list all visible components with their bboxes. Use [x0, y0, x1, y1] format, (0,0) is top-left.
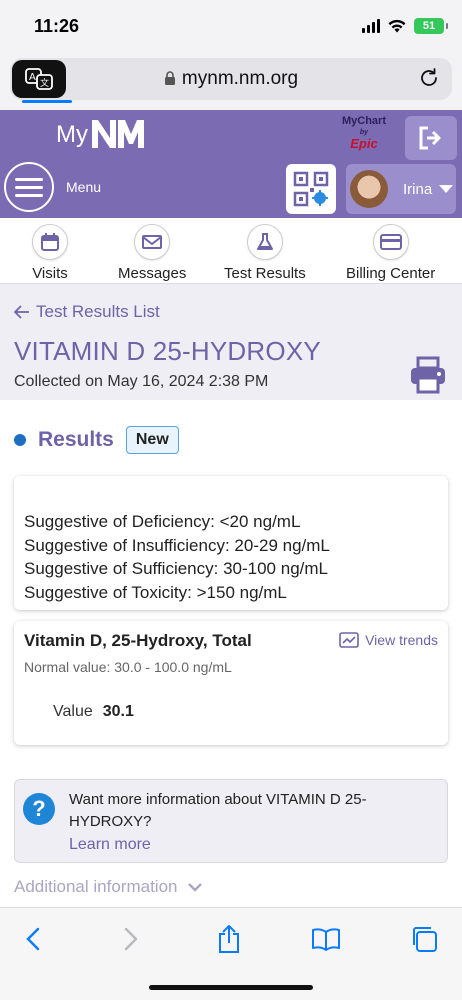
forward-button[interactable]	[114, 924, 148, 954]
address-bar[interactable]: A 文 mynm.nm.org	[10, 58, 452, 103]
mynm-logo[interactable]: My	[56, 116, 148, 150]
status-time: 11:26	[34, 16, 80, 36]
view-trends-label: View trends	[365, 632, 438, 648]
logo-my-text: My	[56, 121, 88, 148]
quick-nav-label: Messages	[118, 265, 187, 282]
share-button[interactable]	[212, 924, 246, 954]
reference-range-card: Suggestive of Deficiency: <20 ng/mL Sugg…	[14, 476, 448, 610]
value-row: Value 30.1	[53, 703, 134, 721]
menu-button[interactable]	[4, 162, 54, 212]
status-dot	[14, 434, 26, 446]
component-name: Vitamin D, 25-Hydroxy, Total	[24, 631, 252, 650]
back-link-label: Test Results List	[36, 302, 160, 321]
book-icon	[312, 928, 340, 951]
results-content: Results New Suggestive of Deficiency: <2…	[0, 400, 462, 907]
learn-more-link[interactable]: Learn more	[69, 836, 151, 854]
reference-line: Suggestive of Toxicity: >150 ng/mL	[24, 582, 287, 602]
reference-line: Suggestive of Insufficiency: 20-29 ng/mL	[24, 535, 330, 555]
chevron-left-icon	[26, 927, 40, 951]
question-icon: ?	[23, 793, 55, 825]
back-button[interactable]	[16, 924, 50, 954]
battery-icon: 51	[414, 18, 448, 34]
chevron-down-icon	[188, 883, 203, 892]
additional-info-label: Additional information	[14, 877, 178, 896]
quick-nav-billing-center[interactable]: Billing Center	[346, 224, 435, 282]
user-name: Irina	[403, 180, 433, 198]
trend-chart-icon	[339, 632, 359, 648]
nm-logo-icon	[92, 120, 144, 148]
tabs-button[interactable]	[407, 924, 441, 954]
result-value: 30.1	[102, 703, 134, 720]
status-indicators: 51	[362, 18, 448, 34]
quick-nav-label: Visits	[32, 265, 68, 282]
more-info-box: ? Want more information about VITAMIN D …	[14, 779, 448, 863]
wifi-icon	[388, 19, 406, 32]
url-text: mynm.nm.org	[10, 68, 452, 90]
additional-info-toggle[interactable]: Additional information	[14, 877, 203, 897]
reference-line: Suggestive of Deficiency: <20 ng/mL	[24, 512, 301, 531]
view-trends-link[interactable]: View trends	[339, 632, 438, 648]
more-info-text: Want more information about VITAMIN D 25…	[69, 791, 367, 830]
results-heading: Results New	[14, 426, 179, 454]
new-badge: New	[125, 426, 179, 454]
flask-icon	[246, 224, 283, 260]
menu-label[interactable]: Menu	[66, 179, 101, 195]
home-indicator	[149, 985, 313, 990]
avatar	[350, 170, 388, 208]
tabs-icon	[413, 927, 437, 952]
collected-date: Collected on May 16, 2024 2:38 PM	[14, 373, 269, 390]
mychart-text: MyChart	[341, 115, 386, 127]
reload-icon[interactable]	[418, 67, 440, 89]
browser-url-area: A 文 mynm.nm.org	[0, 54, 462, 110]
share-icon	[219, 925, 239, 953]
envelope-icon	[134, 224, 171, 260]
load-progress-bar	[22, 100, 72, 103]
browser-toolbar	[0, 907, 462, 1000]
app-header: My MyChart by Epic Menu Irina	[0, 110, 462, 218]
mychart-epic-logo: MyChart by Epic	[334, 115, 394, 151]
lock-icon	[164, 71, 175, 85]
status-bar: 11:26 51	[0, 0, 462, 54]
calendar-icon	[32, 224, 68, 260]
quick-nav: Visits Messages Test Results Billing Cen…	[0, 218, 462, 284]
component-card: Vitamin D, 25-Hydroxy, Total View trends…	[14, 621, 448, 745]
epic-text: Epic	[350, 136, 378, 151]
credit-card-icon	[372, 224, 409, 260]
quick-nav-messages[interactable]: Messages	[118, 224, 186, 282]
quick-nav-test-results[interactable]: Test Results	[224, 224, 306, 282]
back-to-test-results-link[interactable]: Test Results List	[14, 302, 160, 322]
quick-nav-label: Test Results	[224, 265, 306, 282]
print-icon[interactable]	[410, 356, 446, 394]
chevron-right-icon	[124, 927, 138, 951]
page-title: VITAMIN D 25-HYDROXY	[14, 336, 321, 366]
logout-icon	[419, 126, 441, 150]
bookmarks-button[interactable]	[309, 924, 343, 954]
normal-value-range: Normal value: 30.0 - 100.0 ng/mL	[24, 659, 232, 675]
results-title: Results	[38, 428, 114, 451]
qr-code-icon	[293, 171, 329, 207]
chevron-down-icon	[439, 185, 454, 193]
reference-line: Suggestive of Sufficiency: 30-100 ng/mL	[24, 559, 328, 578]
quick-nav-label: Billing Center	[346, 265, 436, 282]
user-menu-button[interactable]: Irina	[346, 164, 456, 214]
qr-code-button[interactable]	[286, 164, 336, 214]
arrow-left-icon	[14, 305, 29, 319]
logout-button[interactable]	[405, 116, 457, 160]
signal-icon	[362, 19, 380, 33]
url-label: mynm.nm.org	[181, 68, 299, 89]
value-label: Value	[53, 703, 93, 720]
page-header: Test Results List VITAMIN D 25-HYDROXY C…	[0, 284, 462, 400]
quick-nav-visits[interactable]: Visits	[32, 224, 68, 282]
